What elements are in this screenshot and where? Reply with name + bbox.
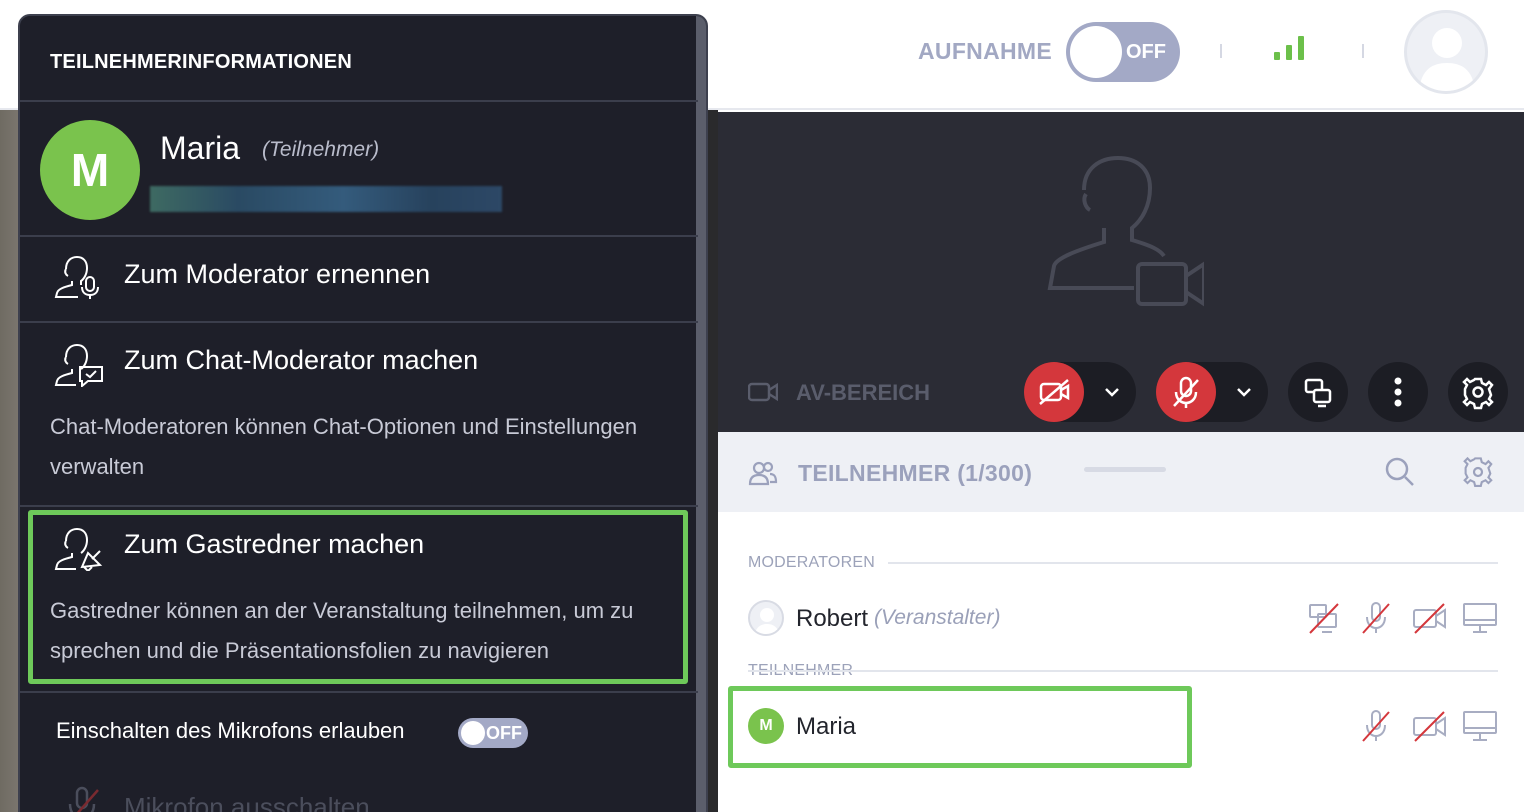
microphone-off-icon xyxy=(68,786,99,812)
microphone-control[interactable] xyxy=(1156,362,1268,422)
divider xyxy=(20,100,698,102)
resize-handle[interactable] xyxy=(1084,467,1166,472)
more-vertical-icon xyxy=(1394,377,1402,407)
make-moderator-label: Zum Moderator ernennen xyxy=(124,259,431,289)
make-chat-moderator-item[interactable]: Zum Chat-Moderator machen Chat-Moderator… xyxy=(20,323,698,505)
camera-control[interactable] xyxy=(1024,362,1136,422)
microphone-off-icon xyxy=(1173,376,1199,408)
divider xyxy=(888,562,1498,564)
moderator-name: Robert xyxy=(796,605,869,632)
camera-off-icon xyxy=(1039,379,1070,405)
gear-icon xyxy=(1462,377,1494,410)
participants-title: TEILNEHMER (1/300) xyxy=(798,460,1033,486)
divider xyxy=(1362,44,1364,58)
make-moderator-item[interactable]: Zum Moderator ernennen xyxy=(20,237,698,321)
toggle-knob xyxy=(1070,26,1122,78)
user-mic-icon xyxy=(54,255,99,299)
recording-label: AUFNAHME xyxy=(918,38,1052,64)
microphone-off-icon xyxy=(1362,710,1390,742)
divider xyxy=(20,691,698,693)
participant-role: (Teilnehmer) xyxy=(262,138,380,161)
allow-mic-label: Einschalten des Mikrofons erlauben xyxy=(56,718,405,743)
microphone-off-button[interactable] xyxy=(1156,362,1216,422)
av-area: AV-BEREICH xyxy=(718,112,1524,432)
allow-mic-toggle[interactable]: OFF xyxy=(458,718,528,748)
search-icon[interactable] xyxy=(1384,456,1416,488)
user-chat-icon xyxy=(54,343,103,387)
chat-moderator-description: Chat-Moderatoren können Chat-Optionen un… xyxy=(50,414,638,479)
divider xyxy=(748,670,1498,672)
participant-name: Maria xyxy=(160,130,241,166)
redacted-email xyxy=(150,186,502,212)
signal-strength-icon[interactable] xyxy=(1274,36,1306,60)
guest-speaker-highlight xyxy=(28,510,688,684)
microphone-off-icon xyxy=(1362,602,1390,634)
av-area-label: AV-BEREICH xyxy=(796,380,931,405)
screen-icon xyxy=(1463,603,1497,633)
screen-share-icon xyxy=(1304,378,1332,408)
more-options-button[interactable] xyxy=(1368,362,1428,422)
participant-info-popup: TEILNEHMERINFORMATIONEN M Maria (Teilneh… xyxy=(18,14,708,812)
make-chat-moderator-label: Zum Chat-Moderator machen xyxy=(124,345,479,375)
mute-mic-label[interactable]: Mikrofon ausschalten xyxy=(124,792,370,812)
toggle-knob xyxy=(461,721,485,745)
screen-share-button[interactable] xyxy=(1288,362,1348,422)
allow-mic-toggle-state: OFF xyxy=(486,723,522,743)
participants-header: TEILNEHMER (1/300) xyxy=(718,432,1524,512)
moderator-role: (Veranstalter) xyxy=(874,606,1001,629)
popup-title: TEILNEHMERINFORMATIONEN xyxy=(50,51,352,73)
attendee-row-highlight xyxy=(728,686,1192,768)
camera-off-icon xyxy=(1413,603,1446,634)
divider xyxy=(1220,44,1222,58)
camera-off-icon xyxy=(1413,711,1446,742)
camera-off-button[interactable] xyxy=(1024,362,1084,422)
camera-icon xyxy=(748,382,778,402)
user-avatar-icon[interactable] xyxy=(1404,10,1488,94)
screen-icon xyxy=(1463,711,1497,741)
recording-toggle[interactable]: OFF xyxy=(1066,22,1180,82)
user-camera-placeholder-icon xyxy=(1047,155,1204,307)
recording-toggle-state: OFF xyxy=(1126,41,1166,63)
settings-button[interactable] xyxy=(1448,362,1508,422)
section-moderators: MODERATOREN xyxy=(748,554,875,571)
avatar xyxy=(748,600,784,636)
gear-icon[interactable] xyxy=(1462,456,1494,488)
chevron-down-icon[interactable] xyxy=(1102,382,1122,402)
participants-icon xyxy=(748,461,778,486)
avatar: M xyxy=(40,120,140,220)
chevron-down-icon[interactable] xyxy=(1234,382,1254,402)
screen-share-off-icon xyxy=(1309,603,1339,634)
